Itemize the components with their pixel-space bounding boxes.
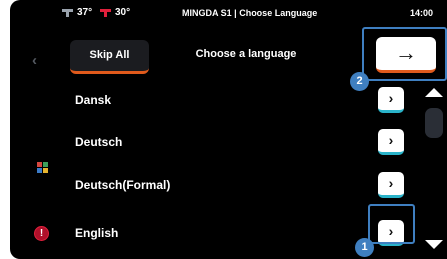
- chevron-right-icon: ›: [388, 90, 394, 106]
- chevron-right-icon: ›: [388, 132, 394, 148]
- printer-screen: 37° 30° MINGDA S1 | Choose Language 14:0…: [0, 0, 447, 259]
- scrollbar-thumb[interactable]: [425, 108, 443, 138]
- language-label: English: [75, 226, 119, 240]
- arrow-right-icon: →: [395, 40, 417, 65]
- language-select-button[interactable]: ›: [378, 129, 404, 155]
- next-button[interactable]: →: [376, 37, 436, 73]
- language-select-button[interactable]: ›: [378, 87, 404, 113]
- language-select-button[interactable]: ›: [378, 172, 404, 198]
- chevron-right-icon: ›: [388, 175, 394, 191]
- bed-temp: 30°: [115, 7, 131, 18]
- step-badge-1: 1: [355, 238, 374, 257]
- status-time: 14:00: [410, 8, 434, 18]
- language-row-deutsch-formal[interactable]: Deutsch(Formal) ›: [70, 165, 410, 205]
- language-row-deutsch[interactable]: Deutsch ›: [70, 122, 410, 162]
- scroll-down-icon[interactable]: [425, 240, 443, 249]
- touch-panel: 37° 30° MINGDA S1 | Choose Language 14:0…: [10, 0, 447, 259]
- nozzle-temp: 37°: [77, 7, 93, 18]
- warning-icon[interactable]: !: [34, 226, 51, 241]
- language-row-dansk[interactable]: Dansk ›: [70, 80, 410, 120]
- language-label: Deutsch: [75, 135, 123, 149]
- language-label: Deutsch(Formal): [75, 178, 171, 192]
- back-icon[interactable]: ‹: [32, 52, 37, 69]
- page-title: Choose a language: [195, 48, 297, 60]
- bed-temp-icon: [100, 9, 111, 17]
- nozzle-temp-icon: [62, 9, 73, 17]
- language-label: Dansk: [75, 93, 112, 107]
- skip-all-button[interactable]: Skip All: [70, 40, 149, 74]
- scroll-up-icon[interactable]: [425, 88, 443, 97]
- status-title: MINGDA S1 | Choose Language: [182, 8, 318, 18]
- english-button-highlight: [368, 204, 415, 244]
- app-grid-icon[interactable]: [37, 162, 48, 173]
